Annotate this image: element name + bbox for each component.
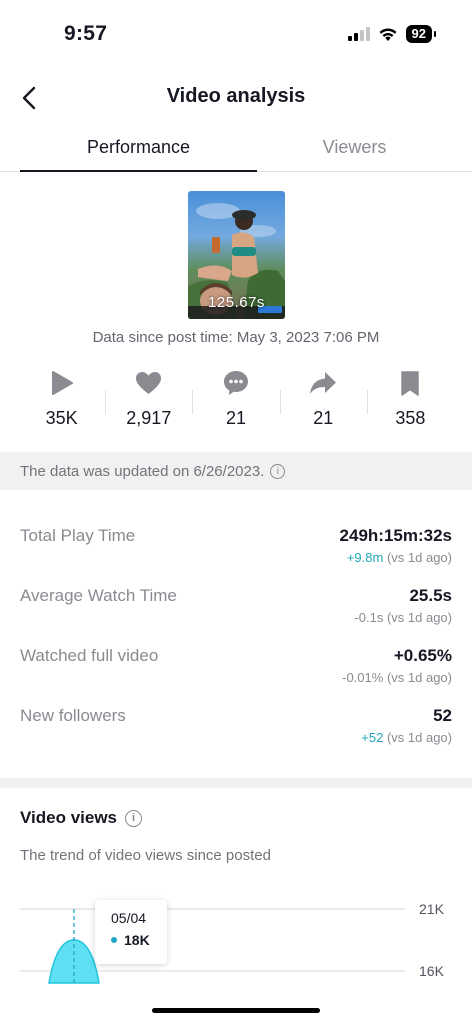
metric-change: +9.8m (vs 1d ago) (346, 550, 452, 565)
tab-performance[interactable]: Performance (0, 130, 257, 172)
cellular-signal-icon (347, 27, 370, 41)
stat-value: 35K (45, 408, 78, 428)
comment-icon (224, 371, 248, 395)
status-time: 9:57 (64, 22, 108, 45)
status-bar: 9:57 92 (0, 0, 472, 70)
metric-label: Average Watch Time (20, 586, 177, 605)
stat-value: 21 (313, 408, 334, 428)
metric-label: New followers (20, 706, 126, 725)
metric-value: 52 (433, 706, 452, 725)
share-icon (310, 372, 337, 394)
metric-label: Total Play Time (20, 526, 136, 545)
video-views-heading: Video views i (20, 808, 143, 828)
status-icons: 92 (347, 25, 437, 43)
metric-total-play-time: Total Play Time 249h:15m:32s +9.8m (vs 1… (20, 524, 452, 574)
metric-value: 25.5s (409, 586, 452, 605)
page-title: Video analysis (166, 85, 306, 107)
metric-label: Watched full video (20, 646, 159, 665)
updated-banner: The data was updated on 6/26/2023. i (0, 452, 472, 490)
metric-value: +0.65% (393, 646, 452, 665)
video-thumbnail[interactable]: 125.67s (188, 191, 285, 319)
info-icon[interactable]: i (125, 809, 143, 827)
stat-comments: 21 (192, 366, 279, 436)
stat-shares: 21 (279, 366, 367, 436)
stat-views: 35K (18, 366, 105, 436)
y-tick-label: 21K (419, 901, 444, 917)
info-icon[interactable]: i (270, 463, 286, 479)
header: Video analysis (0, 75, 472, 121)
stat-value: 358 (395, 408, 426, 428)
stat-value: 2,917 (126, 408, 172, 428)
wifi-icon (379, 27, 397, 41)
heart-icon (136, 372, 162, 394)
play-icon (51, 371, 73, 395)
tooltip-value: 18K (111, 932, 167, 948)
metric-change: -0.01% (vs 1d ago) (342, 670, 452, 685)
video-duration-overlay: 125.67s (208, 294, 265, 311)
metric-change: -0.1s (vs 1d ago) (354, 610, 452, 625)
metric-new-followers: New followers 52 +52 (vs 1d ago) (20, 704, 452, 754)
section-divider (0, 778, 472, 788)
metric-watched-full-video: Watched full video +0.65% -0.01% (vs 1d … (20, 644, 452, 694)
tab-viewers[interactable]: Viewers (257, 130, 452, 171)
metric-value: 249h:15m:32s (339, 526, 452, 545)
stat-favorites: 358 (366, 366, 454, 436)
data-since-text: Data since post time: May 3, 2023 7:06 P… (92, 329, 380, 346)
stat-likes: 2,917 (105, 366, 192, 436)
metric-average-watch-time: Average Watch Time 25.5s -0.1s (vs 1d ag… (20, 584, 452, 634)
battery-indicator: 92 (405, 25, 437, 43)
tooltip-date: 05/04 (111, 910, 147, 926)
video-views-subtitle: The trend of video views since posted (20, 847, 271, 864)
series-dot-icon (111, 937, 117, 943)
metric-change: +52 (vs 1d ago) (361, 730, 452, 745)
stat-value: 21 (225, 408, 247, 428)
home-indicator[interactable] (152, 1008, 320, 1013)
y-tick-label: 16K (419, 963, 444, 979)
chart-canvas (20, 908, 405, 984)
updated-text: The data was updated on 6/26/2023. (20, 462, 265, 480)
tab-bar: Performance Viewers (0, 130, 472, 172)
engagement-stats: 35K 2,917 21 21 358 (18, 366, 454, 436)
bookmark-icon (401, 370, 420, 396)
chart-tooltip: 05/04 18K (95, 900, 167, 964)
video-views-chart[interactable]: 21K 16K (0, 888, 472, 988)
